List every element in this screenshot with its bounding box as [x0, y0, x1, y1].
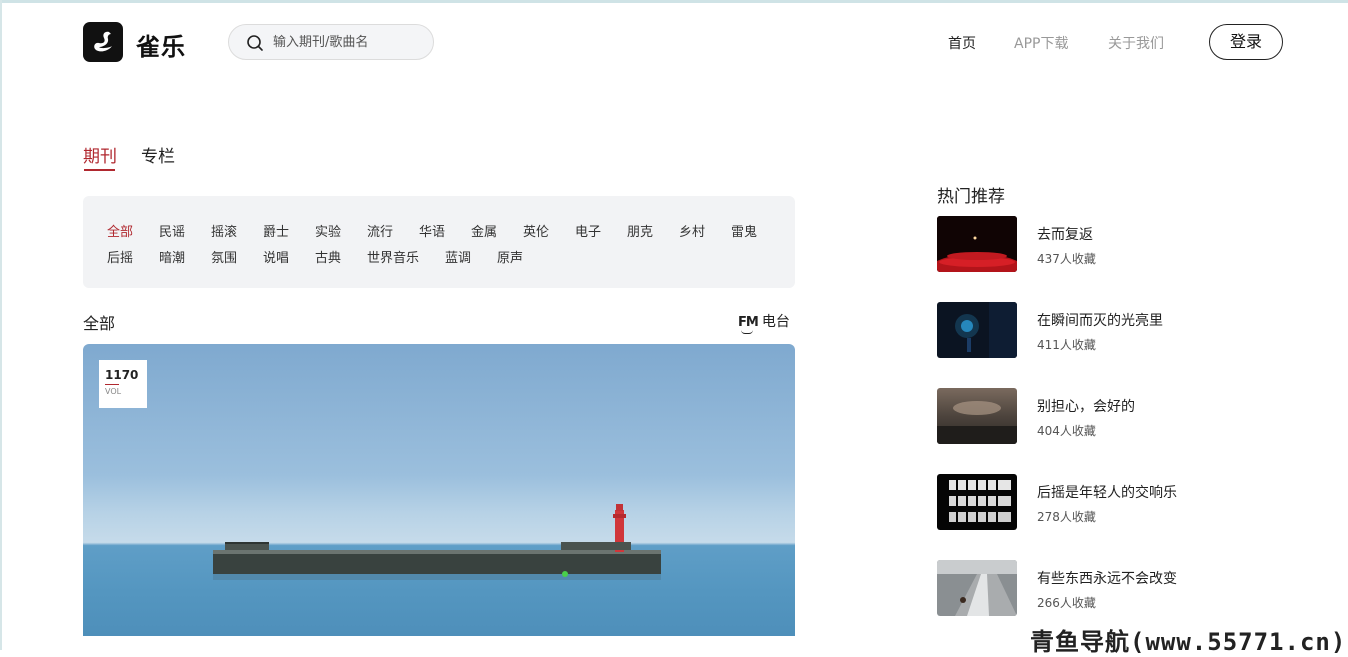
- window-left-border: [0, 0, 2, 650]
- hot-item-title[interactable]: 别担心，会好的: [1037, 396, 1135, 416]
- category-item[interactable]: 氛围: [211, 247, 237, 266]
- category-item[interactable]: 说唱: [263, 247, 289, 266]
- search-input[interactable]: [273, 33, 423, 51]
- category-item[interactable]: 实验: [315, 221, 341, 240]
- hot-item-title[interactable]: 在瞬间而灭的光亮里: [1037, 310, 1163, 330]
- nav-about-us[interactable]: 关于我们: [1108, 33, 1164, 53]
- category-item[interactable]: 古典: [315, 247, 341, 266]
- category-item[interactable]: 暗潮: [159, 247, 185, 266]
- tab-column[interactable]: 专栏: [141, 142, 175, 167]
- section-title: 全部: [83, 314, 116, 333]
- category-item[interactable]: 乡村: [679, 221, 705, 240]
- category-item[interactable]: 蓝调: [445, 247, 471, 266]
- radio-link[interactable]: FM 电台: [738, 311, 790, 331]
- category-panel: 全部 民谣 摇滚 爵士 实验 流行 华语 金属 英伦 电子 朋克 乡村 雷鬼 后…: [83, 196, 795, 288]
- hot-item-count: 266人收藏: [1037, 596, 1096, 610]
- radio-label: 电台: [761, 314, 790, 330]
- hot-item-thumbnail[interactable]: [937, 216, 1017, 272]
- hot-item-title[interactable]: 后摇是年轻人的交响乐: [1037, 482, 1177, 502]
- category-item[interactable]: 世界音乐: [367, 247, 419, 266]
- hot-item-thumbnail[interactable]: [937, 474, 1017, 530]
- window-top-border: [0, 0, 1348, 3]
- category-item[interactable]: 英伦: [523, 221, 549, 240]
- category-item[interactable]: 后摇: [107, 247, 133, 266]
- category-item[interactable]: 民谣: [159, 221, 185, 240]
- nav-app-download[interactable]: APP下载: [1014, 33, 1068, 53]
- hot-item-count: 437人收藏: [1037, 252, 1096, 266]
- hot-item-count: 278人收藏: [1037, 510, 1096, 524]
- category-item[interactable]: 原声: [497, 247, 523, 266]
- search-box[interactable]: [228, 24, 434, 60]
- fm-radio-icon: FM: [738, 315, 759, 330]
- category-item[interactable]: 流行: [367, 221, 393, 240]
- category-item[interactable]: 华语: [419, 221, 445, 240]
- hot-item-title[interactable]: 去而复返: [1037, 224, 1093, 244]
- site-watermark: 青鱼导航(www.55771.cn): [1030, 628, 1347, 656]
- swan-logo-icon[interactable]: [83, 22, 123, 62]
- volume-divider: [105, 384, 119, 385]
- volume-badge: 1170 VOL: [99, 360, 147, 408]
- featured-banner-image[interactable]: [83, 344, 795, 636]
- hot-item-count: 404人收藏: [1037, 424, 1096, 438]
- login-button[interactable]: 登录: [1209, 24, 1283, 60]
- category-item[interactable]: 摇滚: [211, 221, 237, 240]
- tab-journal[interactable]: 期刊: [83, 142, 117, 167]
- volume-number: 1170: [105, 368, 139, 382]
- hot-recommend-title: 热门推荐: [937, 187, 1005, 207]
- category-item[interactable]: 爵士: [263, 221, 289, 240]
- nav-home[interactable]: 首页: [948, 33, 976, 53]
- hot-item-thumbnail[interactable]: [937, 388, 1017, 444]
- hot-item-thumbnail[interactable]: [937, 302, 1017, 358]
- category-item[interactable]: 雷鬼: [731, 221, 757, 240]
- brand-name[interactable]: 雀乐: [136, 27, 186, 62]
- category-item[interactable]: 电子: [575, 221, 601, 240]
- volume-label: VOL: [105, 387, 122, 396]
- hot-item-thumbnail[interactable]: [937, 560, 1017, 616]
- tab-active-underline: [84, 169, 115, 171]
- hot-item-title[interactable]: 有些东西永远不会改变: [1037, 568, 1177, 588]
- category-item[interactable]: 朋克: [627, 221, 653, 240]
- category-item[interactable]: 全部: [107, 221, 133, 240]
- search-icon: [247, 35, 263, 51]
- category-item[interactable]: 金属: [471, 221, 497, 240]
- hot-item-count: 411人收藏: [1037, 338, 1096, 352]
